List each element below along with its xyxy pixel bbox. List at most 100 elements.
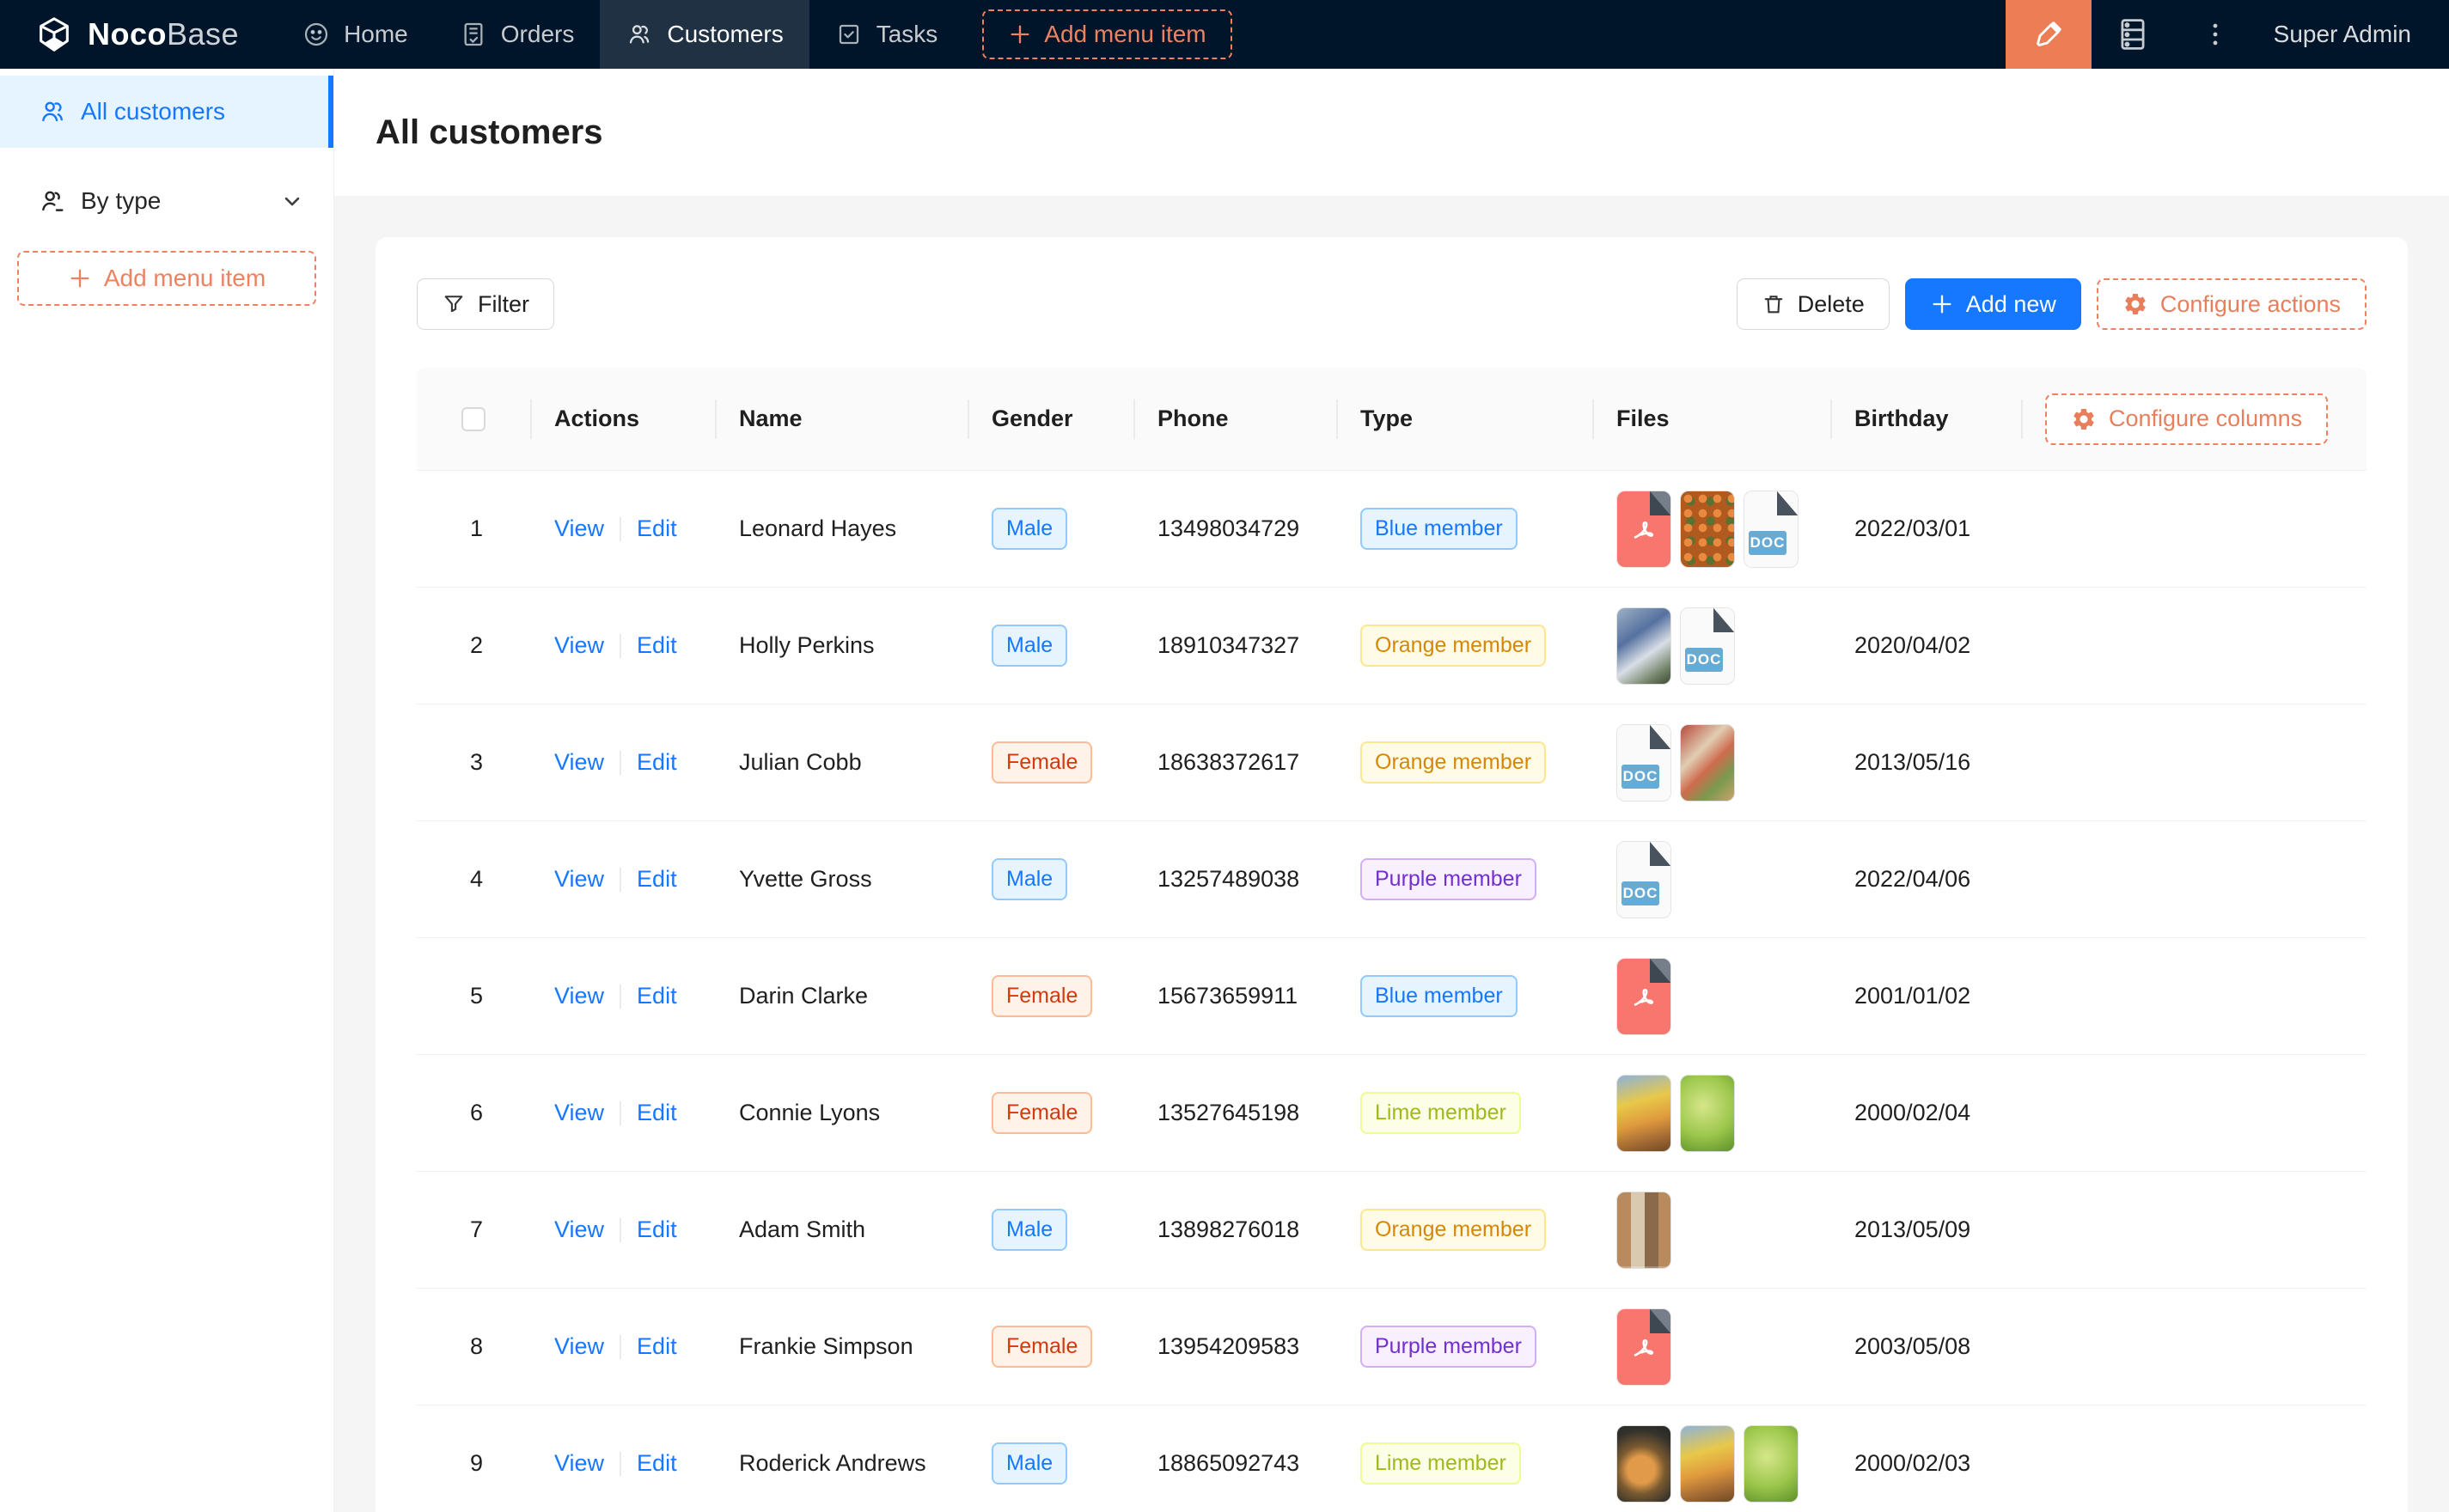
row-index: 3 [470,749,483,775]
table-row: 6 View Edit Connie Lyons Female 13527645… [417,1055,2367,1172]
table-row: 5 View Edit Darin Clarke Female 15673659… [417,938,2367,1055]
select-all-checkbox[interactable] [461,407,486,431]
folded-corner [1713,608,1734,632]
page-header: All customers [334,69,2449,196]
column-header-phone: Phone [1133,368,1336,470]
files-cell [1592,1075,1830,1152]
people-icon [38,97,67,126]
files-cell [1592,1425,1830,1503]
ui-editor-button[interactable] [2006,0,2092,69]
doc-badge: DOC [1621,881,1659,905]
image-file-thumbnail[interactable] [1680,1425,1735,1503]
customer-birthday: 2022/04/06 [1830,866,2021,893]
people-icon [626,21,653,48]
sidebar-add-menu-item-button[interactable]: Add menu item [17,251,316,306]
edit-link[interactable]: Edit [637,515,677,542]
view-link[interactable]: View [554,1216,604,1243]
configure-actions-button[interactable]: Configure actions [2097,278,2367,330]
pdf-file-thumbnail[interactable] [1616,491,1671,568]
image-file-thumbnail[interactable] [1680,724,1735,802]
nav-item-home[interactable]: Home [277,0,434,69]
edit-link[interactable]: Edit [637,983,677,1009]
view-link[interactable]: View [554,632,604,659]
gender-badge: Male [992,1442,1067,1485]
customer-name: Darin Clarke [715,983,968,1009]
files-cell: DOC [1592,841,1830,918]
customer-phone: 13257489038 [1133,866,1336,893]
image-file-thumbnail[interactable] [1680,1075,1735,1152]
customer-phone: 18910347327 [1133,632,1336,659]
row-index: 7 [470,1216,483,1242]
image-file-thumbnail[interactable] [1616,1425,1671,1503]
nav-add-label: Add menu item [1044,21,1206,48]
folded-corner [1650,959,1670,983]
view-link[interactable]: View [554,515,604,542]
filter-button[interactable]: Filter [417,278,554,330]
table-row: 9 View Edit Roderick Andrews Male 188650… [417,1405,2367,1512]
doc-file-thumbnail[interactable]: DOC [1744,491,1799,568]
member-type-badge: Orange member [1360,625,1546,667]
add-new-button[interactable]: Add new [1905,278,2081,330]
member-type-badge: Lime member [1360,1442,1521,1485]
nav-item-customers[interactable]: Customers [600,0,809,69]
customer-phone: 13498034729 [1133,515,1336,542]
table-row: 1 View Edit Leonard Hayes Male 134980347… [417,471,2367,588]
people-filter-icon [38,186,67,216]
nav-add-menu-item-button[interactable]: Add menu item [982,9,1231,59]
view-link[interactable]: View [554,1333,604,1360]
view-link[interactable]: View [554,749,604,776]
gender-badge: Male [992,625,1067,667]
edit-link[interactable]: Edit [637,1100,677,1126]
edit-link[interactable]: Edit [637,1216,677,1243]
image-file-thumbnail[interactable] [1680,491,1735,568]
gear-icon [2122,291,2148,317]
sidebar-item-label: All customers [81,98,225,125]
doc-badge: DOC [1685,648,1723,672]
view-link[interactable]: View [554,1100,604,1126]
edit-link[interactable]: Edit [637,866,677,893]
customer-name: Adam Smith [715,1216,968,1243]
kebab-menu-icon[interactable] [2174,0,2257,69]
doc-file-thumbnail[interactable]: DOC [1680,607,1735,685]
table-row: 2 View Edit Holly Perkins Male 189103473… [417,588,2367,704]
edit-link[interactable]: Edit [637,1450,677,1477]
customer-birthday: 2020/04/02 [1830,632,2021,659]
image-file-thumbnail[interactable] [1616,1192,1671,1269]
customer-birthday: 2001/01/02 [1830,983,2021,1009]
pdf-file-thumbnail[interactable] [1616,958,1671,1035]
row-index: 5 [470,983,483,1009]
customer-birthday: 2013/05/16 [1830,749,2021,776]
image-file-thumbnail[interactable] [1744,1425,1799,1503]
table-header-row: Actions Name Gender Phone Type Files Bir… [417,368,2367,471]
view-link[interactable]: View [554,983,604,1009]
doc-file-thumbnail[interactable]: DOC [1616,841,1671,918]
table-row: 8 View Edit Frankie Simpson Female 13954… [417,1289,2367,1405]
image-file-thumbnail[interactable] [1616,1075,1671,1152]
chevron-down-icon [280,189,304,213]
current-user[interactable]: Super Admin [2257,21,2449,48]
sidebar-item-by-type[interactable]: By type [0,165,333,237]
delete-button[interactable]: Delete [1737,278,1890,330]
view-link[interactable]: View [554,866,604,893]
configure-columns-button[interactable]: Configure columns [2045,393,2328,445]
edit-link[interactable]: Edit [637,1333,677,1360]
funnel-icon [442,292,466,316]
highlighter-pen-icon [2031,17,2066,52]
edit-link[interactable]: Edit [637,632,677,659]
action-divider [620,985,621,1009]
folded-corner [1777,491,1798,515]
cube-logo-icon [34,15,74,54]
table-toolbar: Filter Delete [417,278,2367,330]
edit-link[interactable]: Edit [637,749,677,776]
doc-file-thumbnail[interactable]: DOC [1616,724,1671,802]
customer-name: Roderick Andrews [715,1450,968,1477]
collections-rack-icon[interactable] [2092,0,2174,69]
nav-item-orders[interactable]: Orders [434,0,601,69]
nav-item-tasks[interactable]: Tasks [809,0,964,69]
pdf-file-thumbnail[interactable] [1616,1308,1671,1386]
nocobase-logo[interactable]: NocoBase [0,15,277,54]
row-index: 8 [470,1333,483,1359]
image-file-thumbnail[interactable] [1616,607,1671,685]
sidebar-item-all-customers[interactable]: All customers [0,76,333,148]
view-link[interactable]: View [554,1450,604,1477]
